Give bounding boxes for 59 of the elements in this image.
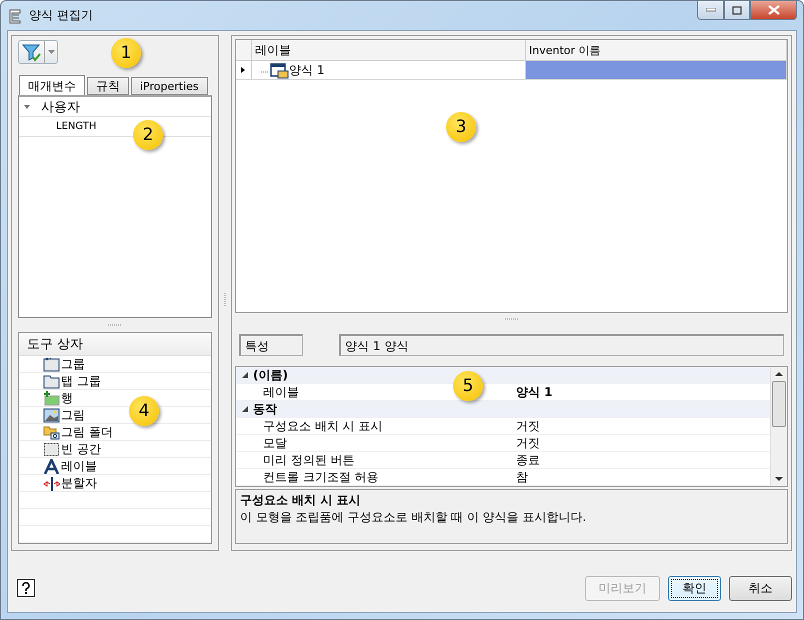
property-value[interactable]: 양식 1 — [513, 384, 553, 401]
property-name[interactable]: 레이블 — [263, 384, 299, 401]
table-cell[interactable]: 양식 1 — [289, 62, 324, 78]
window-title: 양식 편집기 — [29, 7, 93, 24]
toolbox-item[interactable]: 빈 공간 — [61, 440, 101, 458]
category-name: (이름) — [253, 367, 288, 384]
expand-arrow-icon[interactable] — [23, 102, 31, 110]
toolbox-item[interactable]: 그림 — [61, 406, 85, 424]
table-cell[interactable] — [526, 61, 787, 79]
property-value[interactable]: 참 — [513, 468, 528, 486]
property-name[interactable]: 미리 정의된 버튼 — [263, 452, 355, 469]
minimize-button[interactable] — [697, 1, 724, 20]
properties-label: 특성 — [239, 334, 303, 356]
minimize-icon — [706, 8, 716, 12]
splitter-icon — [43, 476, 60, 490]
tab[interactable]: 규칙 — [87, 77, 129, 95]
toolbox-item[interactable]: 탭 그룹 — [61, 372, 101, 390]
close-icon — [768, 5, 780, 15]
caret-icon — [48, 50, 55, 54]
scrollbar[interactable] — [770, 367, 787, 486]
toolbox-item[interactable]: 행 — [61, 390, 73, 406]
description-text: 이 모형을 조립품에 구성요소로 배치할 때 이 양식을 표시합니다. — [240, 509, 588, 526]
collapse-arrow-icon[interactable] — [240, 371, 248, 380]
property-name[interactable]: 모달 — [263, 434, 287, 452]
dialog-button[interactable]: 확인 — [668, 576, 721, 600]
property-value[interactable]: 거짓 — [513, 434, 540, 452]
property-value[interactable]: 거짓 — [513, 418, 540, 435]
property-name[interactable]: 구성요소 배치 시 표시 — [263, 418, 382, 435]
form-icon — [7, 8, 23, 24]
splitter-grip-icon[interactable] — [504, 318, 518, 322]
selected-object-field: 양식 1 양식 — [339, 334, 784, 356]
property-name[interactable]: 컨트롤 크기조절 허용 — [263, 468, 379, 486]
tree-item[interactable]: 사용자 — [37, 98, 80, 116]
letter-icon — [43, 458, 60, 474]
column-header[interactable]: Inventor 이름 — [526, 40, 787, 60]
filter-dropdown-button[interactable] — [18, 40, 58, 64]
dialog-button[interactable]: 취소 — [729, 576, 792, 600]
maximize-icon — [732, 6, 742, 14]
close-button[interactable] — [750, 1, 797, 20]
help-button[interactable] — [17, 579, 35, 597]
description-title: 구성요소 배치 시 표시 — [240, 492, 362, 510]
tab[interactable]: 매개변수 — [19, 75, 85, 96]
category-name: 동작 — [253, 400, 277, 418]
row-icon — [43, 390, 60, 406]
collapse-arrow-icon[interactable] — [240, 405, 248, 414]
toolbox-item[interactable]: 분할자 — [61, 474, 97, 492]
property-value[interactable]: 종료 — [513, 452, 540, 469]
tree-item[interactable]: LENGTH — [52, 121, 96, 132]
image-icon — [43, 408, 60, 422]
tab[interactable]: iProperties — [131, 77, 208, 95]
splitter-grip-icon[interactable] — [224, 292, 226, 306]
splitter-grip-icon[interactable] — [108, 324, 122, 327]
toolbox-item[interactable]: 레이블 — [61, 458, 97, 474]
question-icon — [20, 582, 32, 594]
column-header[interactable]: 레이블 — [252, 40, 526, 60]
maximize-button[interactable] — [724, 1, 750, 20]
toolbox-item[interactable]: 그룹 — [61, 356, 85, 372]
toolbox-item[interactable]: 그림 폴더 — [61, 424, 113, 440]
toolbox-title: 도구 상자 — [19, 333, 211, 356]
